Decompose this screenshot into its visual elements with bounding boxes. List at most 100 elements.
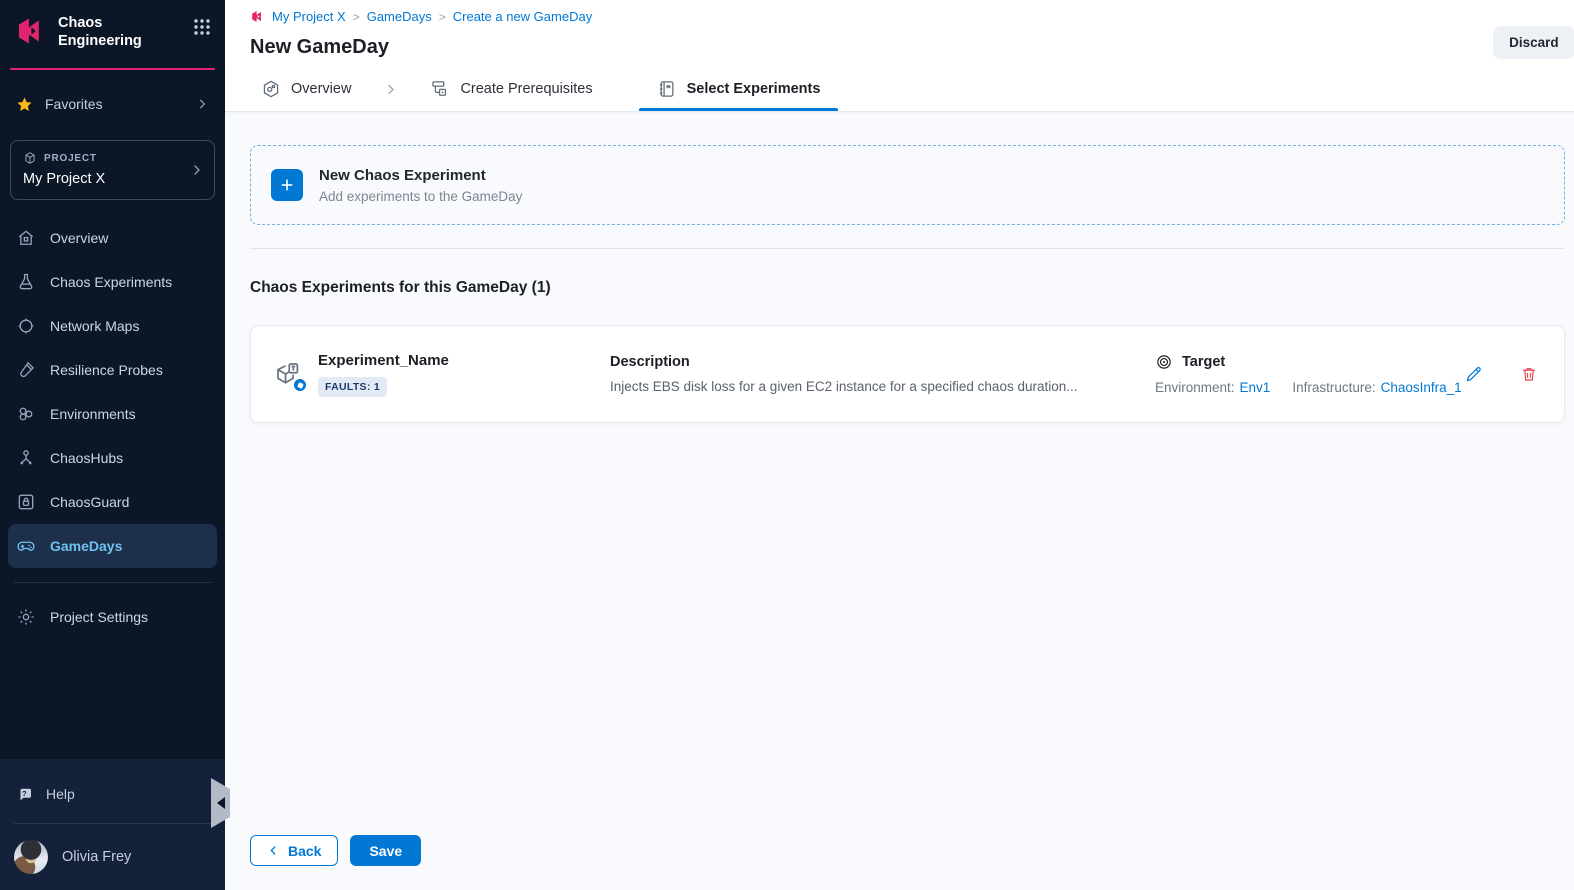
help-label: Help xyxy=(46,786,75,802)
tab-overview[interactable]: Overview xyxy=(257,67,355,111)
content-divider xyxy=(250,248,1565,249)
experiments-book-icon xyxy=(657,79,677,99)
target-label: Target xyxy=(1182,354,1225,370)
sidebar-item-overview[interactable]: Overview xyxy=(0,216,225,260)
delete-experiment-button[interactable] xyxy=(1518,363,1540,385)
tab-chevron-icon xyxy=(383,67,398,111)
faults-badge: FAULTS: 1 xyxy=(318,377,387,397)
wizard-footer: Back Save xyxy=(250,835,421,866)
overview-gear-icon xyxy=(261,79,281,99)
svg-text:?: ? xyxy=(22,789,27,798)
tab-spacer xyxy=(597,67,653,111)
app-grid-icon[interactable] xyxy=(193,18,211,36)
cube-icon xyxy=(23,151,37,165)
project-name: My Project X xyxy=(23,171,105,187)
infrastructure-label: Infrastructure: xyxy=(1292,380,1375,395)
sidebar-item-project-settings[interactable]: Project Settings xyxy=(0,597,225,637)
breadcrumb: My Project X > GameDays > Create a new G… xyxy=(250,9,1574,24)
flask-icon xyxy=(16,272,36,292)
add-experiment-button[interactable] xyxy=(271,169,303,201)
lock-icon xyxy=(16,492,36,512)
sidebar: Chaos Engineering Favorites PROJECT My xyxy=(0,0,225,890)
tab-create-prerequisites[interactable]: Create Prerequisites xyxy=(426,67,596,111)
back-button-label: Back xyxy=(288,843,321,859)
user-menu[interactable]: Olivia Frey xyxy=(0,832,225,890)
new-experiment-title: New Chaos Experiment xyxy=(319,167,522,184)
sidebar-item-chaosguard[interactable]: ChaosGuard xyxy=(0,480,225,524)
environment-label: Environment: xyxy=(1155,380,1235,395)
help-button[interactable]: ? Help xyxy=(0,773,225,815)
brand-name: Chaos Engineering xyxy=(58,14,183,50)
experiment-type-badge xyxy=(293,378,307,392)
main-panel: My Project X > GameDays > Create a new G… xyxy=(225,0,1574,890)
discard-button[interactable]: Discard xyxy=(1493,26,1574,59)
breadcrumb-link-gamedays[interactable]: GameDays xyxy=(367,9,432,24)
infrastructure-link[interactable]: ChaosInfra_1 xyxy=(1381,380,1462,395)
tab-label: Select Experiments xyxy=(687,81,821,97)
breadcrumb-link-create-gameday[interactable]: Create a new GameDay xyxy=(453,9,592,24)
sidebar-item-environments[interactable]: Environments xyxy=(0,392,225,436)
star-icon xyxy=(16,96,33,113)
tab-content: New Chaos Experiment Add experiments to … xyxy=(225,112,1574,890)
prerequisites-icon xyxy=(430,79,450,99)
chevron-right-icon xyxy=(195,97,209,111)
description-label: Description xyxy=(610,354,1080,370)
sidebar-item-label: Chaos Experiments xyxy=(50,274,172,290)
sidebar-header: Chaos Engineering xyxy=(0,0,225,60)
probe-icon xyxy=(16,360,36,380)
target-icon xyxy=(1155,353,1173,371)
breadcrumb-separator: > xyxy=(439,10,446,24)
avatar xyxy=(14,840,48,874)
sidebar-item-chaoshubs[interactable]: ChaosHubs xyxy=(0,436,225,480)
section-heading: Chaos Experiments for this GameDay (1) xyxy=(250,279,1565,297)
environment-link[interactable]: Env1 xyxy=(1240,380,1271,395)
hub-icon xyxy=(16,448,36,468)
description-text: Injects EBS disk loss for a given EC2 in… xyxy=(610,379,1080,394)
breadcrumb-separator: > xyxy=(353,10,360,24)
network-icon xyxy=(16,316,36,336)
sidebar-item-chaos-experiments[interactable]: Chaos Experiments xyxy=(0,260,225,304)
sidebar-item-label: Overview xyxy=(50,230,108,246)
project-eyebrow-label: PROJECT xyxy=(44,153,97,164)
sidebar-item-label: GameDays xyxy=(50,538,122,554)
sidebar-footer: ? Help Olivia Frey xyxy=(0,759,225,890)
experiment-name: Experiment_Name xyxy=(318,352,490,369)
wizard-tabbar: Overview Create Prerequisites Select Exp… xyxy=(225,67,1574,112)
favorites-row[interactable]: Favorites xyxy=(0,92,225,116)
sidebar-item-gamedays[interactable]: GameDays xyxy=(8,524,217,568)
sidebar-footer-divider xyxy=(14,823,211,824)
gamepad-icon xyxy=(16,536,36,556)
tab-select-experiments[interactable]: Select Experiments xyxy=(653,67,825,111)
sidebar-item-label: ChaosGuard xyxy=(50,494,129,510)
sidebar-item-label: Network Maps xyxy=(50,318,139,334)
harness-logo-icon xyxy=(14,14,48,48)
experiment-cube-icon xyxy=(273,359,303,389)
back-button[interactable]: Back xyxy=(250,835,338,866)
gear-icon xyxy=(16,607,36,627)
home-icon xyxy=(16,228,36,248)
page-title: New GameDay xyxy=(250,36,1574,59)
sidebar-item-resilience-probes[interactable]: Resilience Probes xyxy=(0,348,225,392)
page-header: My Project X > GameDays > Create a new G… xyxy=(225,0,1574,67)
sidebar-item-label: Environments xyxy=(50,406,136,422)
sidebar-item-label: ChaosHubs xyxy=(50,450,123,466)
project-settings-label: Project Settings xyxy=(50,609,148,625)
breadcrumb-link-project[interactable]: My Project X xyxy=(272,9,346,24)
save-button[interactable]: Save xyxy=(350,835,421,866)
brand-divider xyxy=(10,68,215,70)
edit-experiment-button[interactable] xyxy=(1462,363,1485,386)
new-experiment-subtitle: Add experiments to the GameDay xyxy=(319,189,522,204)
sidebar-item-network-maps[interactable]: Network Maps xyxy=(0,304,225,348)
help-icon: ? xyxy=(16,785,34,803)
project-selector[interactable]: PROJECT My Project X xyxy=(10,140,215,200)
harness-mini-logo-icon xyxy=(250,9,265,24)
tab-label: Create Prerequisites xyxy=(460,81,592,97)
user-name: Olivia Frey xyxy=(62,849,131,865)
sidebar-nav: Overview Chaos Experiments Network Maps … xyxy=(0,216,225,568)
tab-label: Overview xyxy=(291,81,351,97)
sidebar-divider xyxy=(14,582,211,583)
environments-icon xyxy=(16,404,36,424)
favorites-label: Favorites xyxy=(45,96,103,112)
experiment-row: Experiment_Name FAULTS: 1 Description In… xyxy=(250,325,1565,423)
new-chaos-experiment-dropzone[interactable]: New Chaos Experiment Add experiments to … xyxy=(250,145,1565,225)
